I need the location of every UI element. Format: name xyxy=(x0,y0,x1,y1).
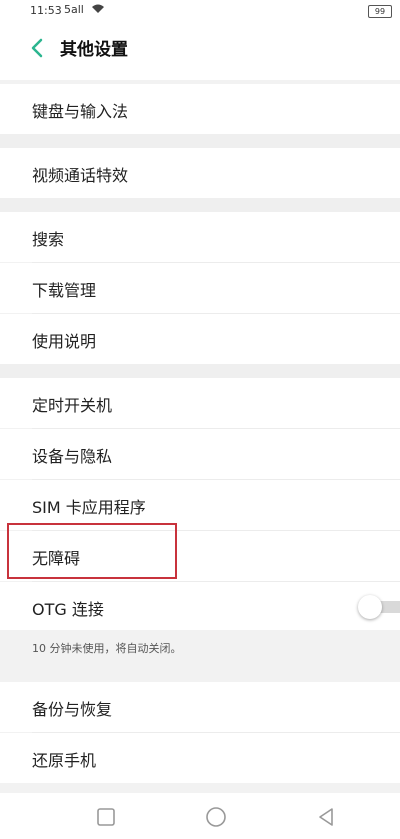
setting-label: 定时开关机 xyxy=(32,396,113,415)
back-nav-button[interactable] xyxy=(314,805,338,829)
setting-label: 搜索 xyxy=(32,230,65,249)
setting-backup[interactable]: 备份与恢复 xyxy=(0,682,400,732)
setting-keyboard[interactable]: 键盘与输入法 xyxy=(0,84,400,134)
setting-otg[interactable]: OTG 连接 xyxy=(0,582,400,630)
home-button[interactable] xyxy=(204,805,228,829)
otg-toggle[interactable] xyxy=(358,595,400,619)
setting-label: 设备与隐私 xyxy=(32,447,113,466)
section-gap xyxy=(0,364,400,378)
section-gap xyxy=(0,198,400,212)
page-title: 其他设置 xyxy=(60,40,128,60)
setting-label: 使用说明 xyxy=(32,332,97,351)
setting-label: OTG 连接 xyxy=(32,600,104,619)
setting-sim-apps[interactable]: SIM 卡应用程序 xyxy=(0,480,400,530)
setting-label: 备份与恢复 xyxy=(32,700,113,719)
setting-reset[interactable]: 还原手机 xyxy=(0,733,400,783)
back-button[interactable] xyxy=(26,34,50,62)
setting-manual[interactable]: 使用说明 xyxy=(0,314,400,364)
header: 其他设置 xyxy=(0,22,400,80)
square-icon xyxy=(97,808,115,826)
setting-video-effects[interactable]: 视频通话特效 xyxy=(0,148,400,198)
navigation-bar xyxy=(0,793,400,839)
section-gap xyxy=(0,134,400,148)
setting-label: 还原手机 xyxy=(32,751,97,770)
setting-label: 键盘与输入法 xyxy=(32,102,129,121)
status-time: 11:53 xyxy=(30,4,62,17)
battery-icon: 99 xyxy=(368,5,392,18)
setting-accessibility[interactable]: 无障碍 xyxy=(0,531,400,581)
status-bar: 11:53 5all 99 xyxy=(0,0,400,22)
setting-download[interactable]: 下载管理 xyxy=(0,263,400,313)
triangle-back-icon xyxy=(319,808,333,826)
wifi-icon xyxy=(92,4,104,17)
circle-icon xyxy=(206,807,226,827)
setting-label: 无障碍 xyxy=(32,549,81,568)
setting-schedule-power[interactable]: 定时开关机 xyxy=(0,378,400,428)
setting-label: 视频通话特效 xyxy=(32,166,129,185)
recents-button[interactable] xyxy=(94,805,118,829)
chevron-left-icon xyxy=(31,38,43,58)
otg-note-text: 10 分钟未使用，将自动关闭。 xyxy=(32,642,182,655)
signal-icon: 5all xyxy=(64,3,84,16)
setting-label: 下载管理 xyxy=(32,281,97,300)
otg-note: 10 分钟未使用，将自动关闭。 xyxy=(0,630,400,682)
setting-label: SIM 卡应用程序 xyxy=(32,498,146,517)
setting-device-privacy[interactable]: 设备与隐私 xyxy=(0,429,400,479)
toggle-knob xyxy=(358,595,382,619)
setting-search[interactable]: 搜索 xyxy=(0,212,400,262)
